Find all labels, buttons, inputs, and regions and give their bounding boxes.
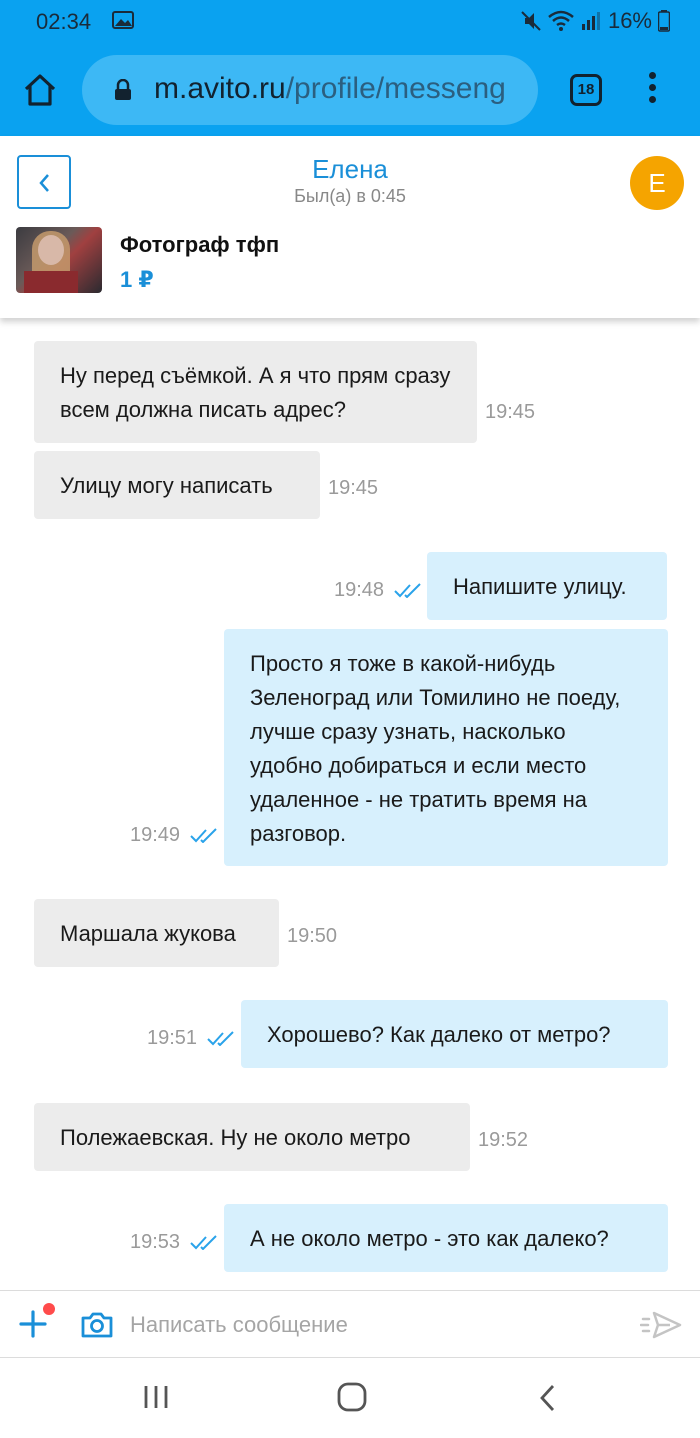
home-icon[interactable] bbox=[22, 72, 58, 108]
image-notification-icon bbox=[112, 11, 134, 29]
ad-thumbnail[interactable] bbox=[16, 227, 102, 293]
wifi-icon bbox=[548, 10, 574, 31]
lock-icon bbox=[115, 79, 131, 100]
back-nav-icon[interactable] bbox=[538, 1384, 558, 1412]
outgoing-message[interactable]: А не около метро - это как далеко? bbox=[224, 1204, 668, 1272]
browser-menu-icon[interactable] bbox=[646, 72, 658, 108]
ad-price: 1 ₽ bbox=[120, 267, 154, 292]
signal-icon bbox=[581, 12, 600, 30]
incoming-message[interactable]: Маршала жукова bbox=[34, 899, 279, 967]
url-text: m.avito.ru/profile/messeng bbox=[154, 72, 506, 106]
double-check-icon bbox=[190, 1235, 217, 1250]
message-text: А не около метро - это как далеко? bbox=[250, 1226, 609, 1251]
double-check-icon bbox=[394, 583, 421, 598]
url-host: m.avito.ru bbox=[154, 72, 286, 105]
home-button-icon[interactable] bbox=[337, 1382, 367, 1412]
tab-switcher-button[interactable]: 18 bbox=[570, 74, 602, 106]
message-text: Полежаевская. Ну не около метро bbox=[60, 1125, 411, 1150]
outgoing-message[interactable]: Хорошево? Как далеко от метро? bbox=[241, 1000, 668, 1068]
message-text: Улицу могу написать bbox=[60, 473, 273, 498]
battery-percent: 16% bbox=[607, 8, 652, 33]
message-text: Напишите улицу. bbox=[453, 574, 627, 599]
message-time: 19:45 bbox=[328, 477, 379, 499]
address-bar[interactable]: m.avito.ru/profile/messeng bbox=[82, 55, 538, 125]
message-composer bbox=[0, 1290, 700, 1358]
attach-plus-icon[interactable] bbox=[18, 1309, 48, 1339]
url-path: /profile/messeng bbox=[285, 72, 506, 105]
mute-icon bbox=[521, 11, 541, 31]
recent-apps-icon[interactable] bbox=[142, 1384, 170, 1410]
outgoing-message[interactable]: Просто я тоже в какой-нибудь Зеленоград … bbox=[224, 629, 668, 866]
message-text: Ну перед съёмкой. А я что прям сразу все… bbox=[60, 363, 451, 422]
notification-dot bbox=[43, 1303, 55, 1315]
message-time: 19:45 bbox=[485, 401, 536, 423]
system-navigation-bar bbox=[0, 1358, 700, 1438]
browser-toolbar: m.avito.ru/profile/messeng 18 bbox=[0, 44, 700, 136]
avatar[interactable]: Е bbox=[630, 156, 684, 210]
status-time: 02:34 bbox=[36, 9, 92, 34]
message-text: Хорошево? Как далеко от метро? bbox=[267, 1022, 611, 1047]
message-text: Маршала жукова bbox=[60, 921, 236, 946]
send-icon[interactable] bbox=[640, 1309, 684, 1341]
last-seen-status: Был(а) в 0:45 bbox=[294, 186, 406, 206]
chat-header: Елена Был(а) в 0:45 Е Фотограф тфп 1 ₽ bbox=[0, 136, 700, 318]
battery-icon bbox=[658, 10, 670, 32]
message-time: 19:49 bbox=[130, 824, 181, 846]
incoming-message[interactable]: Полежаевская. Ну не около метро bbox=[34, 1103, 470, 1171]
contact-name[interactable]: Елена bbox=[0, 154, 700, 185]
message-time: 19:48 bbox=[334, 579, 385, 601]
double-check-icon bbox=[207, 1031, 234, 1046]
status-icons: 16% bbox=[520, 8, 670, 34]
message-time: 19:53 bbox=[130, 1231, 181, 1253]
message-text: Просто я тоже в какой-нибудь Зеленоград … bbox=[250, 651, 621, 846]
double-check-icon bbox=[190, 828, 217, 843]
incoming-message[interactable]: Ну перед съёмкой. А я что прям сразу все… bbox=[34, 341, 477, 443]
message-time: 19:51 bbox=[147, 1027, 198, 1049]
status-bar: 02:34 16% bbox=[0, 0, 700, 44]
incoming-message[interactable]: Улицу могу написать bbox=[34, 451, 320, 519]
outgoing-message[interactable]: Напишите улицу. bbox=[427, 552, 667, 620]
message-time: 19:50 bbox=[287, 925, 338, 947]
message-time: 19:52 bbox=[478, 1129, 529, 1151]
message-input[interactable] bbox=[130, 1305, 610, 1345]
ad-title[interactable]: Фотограф тфп bbox=[120, 232, 279, 258]
camera-icon[interactable] bbox=[80, 1311, 114, 1339]
